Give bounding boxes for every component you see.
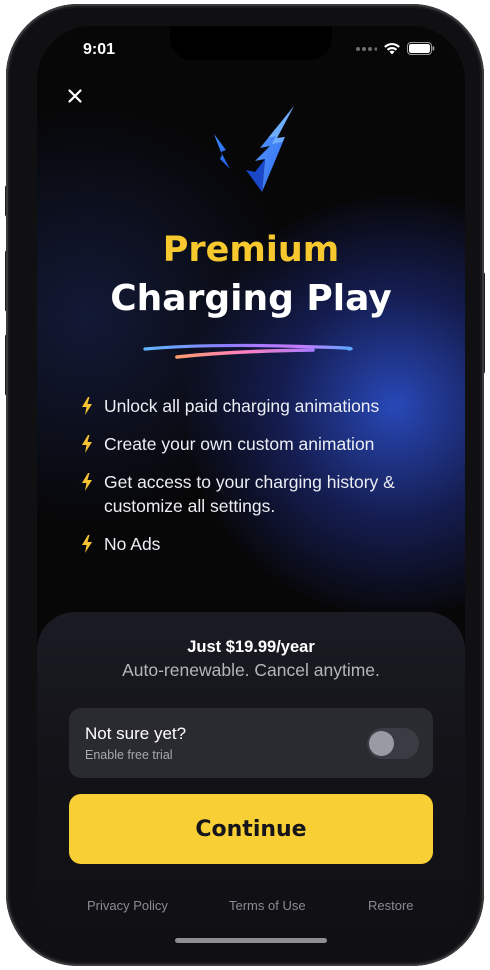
renewal-note: Auto-renewable. Cancel anytime. [122,660,380,680]
bolt-icon [82,397,92,415]
bolt-icon [82,473,92,491]
close-icon [68,89,82,103]
feature-item: Create your own custom animation [81,432,451,456]
trial-title: Not sure yet? [85,724,187,743]
feature-text: No Ads [104,534,161,554]
home-indicator [175,938,327,943]
feature-text: Get access to your charging history & cu… [104,472,395,516]
feature-list: Unlock all paid charging animations Crea… [81,394,451,570]
dynamic-island [170,26,332,60]
restore-link[interactable]: Restore [368,898,414,913]
lightning-check-logo [214,106,294,192]
signal-dots-icon [356,46,377,51]
battery-icon [407,42,435,55]
footer-links: Privacy Policy Terms of Use Restore [37,898,465,918]
phone-frame: 9:01 Premium Charging Play Unlock all pa… [6,4,484,966]
wifi-icon [384,43,400,55]
feature-item: Unlock all paid charging animations [81,394,451,418]
bolt-icon [82,535,92,553]
title-app-name: Charging Play [110,278,392,319]
feature-text: Create your own custom animation [104,434,375,454]
toggle-knob [369,731,394,756]
status-icons [355,42,435,55]
close-button[interactable] [63,84,87,108]
privacy-policy-link[interactable]: Privacy Policy [87,898,168,913]
status-time: 9:01 [83,41,116,58]
trial-subtitle: Enable free trial [85,748,173,762]
title-premium: Premium [162,230,340,270]
price-label: Just $19.99/year [187,638,315,656]
feature-item: Get access to your charging history & cu… [81,470,451,518]
feature-item: No Ads [81,532,451,556]
free-trial-toggle[interactable] [367,728,419,759]
feature-text: Unlock all paid charging animations [104,396,380,416]
terms-of-use-link[interactable]: Terms of Use [229,898,306,913]
free-trial-card[interactable]: Not sure yet? Enable free trial [69,708,433,778]
title-underline-swoosh [143,343,353,359]
continue-button[interactable]: Continue [69,794,433,864]
bolt-icon [82,435,92,453]
screen: 9:01 Premium Charging Play Unlock all pa… [37,26,465,952]
